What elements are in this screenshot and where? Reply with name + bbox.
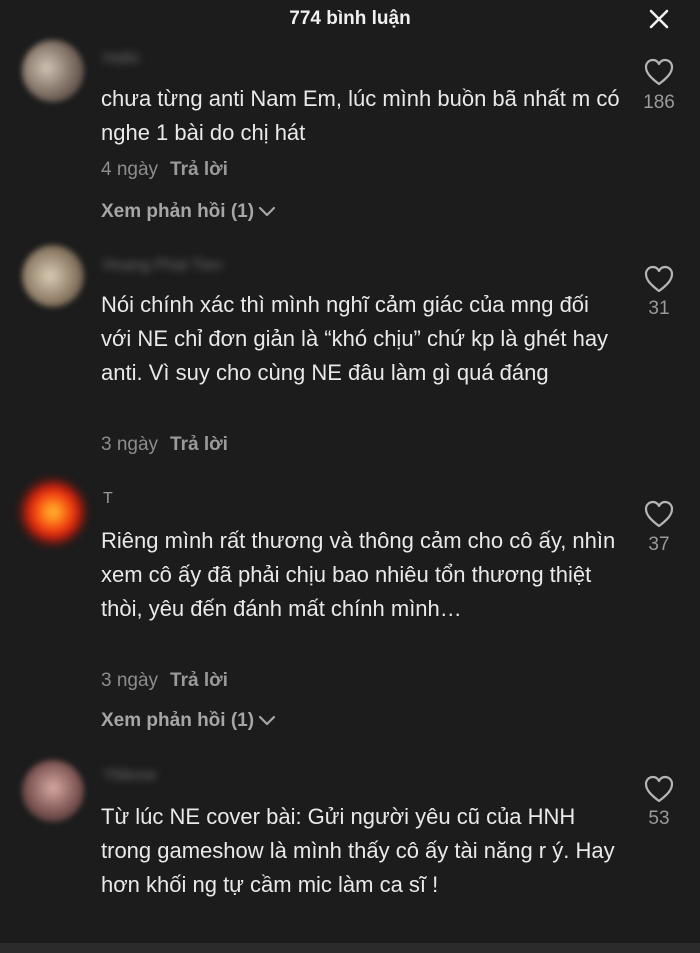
heart-icon[interactable] (643, 57, 675, 87)
comment-username[interactable]: YMeow (103, 767, 156, 785)
reply-button[interactable]: Trả lời (170, 159, 228, 180)
comment-meta: 3 ngày Trả lời (101, 670, 228, 692)
comment-time: 3 ngày (101, 670, 159, 691)
view-replies-label: Xem phản hồi (1) (101, 201, 255, 222)
heart-icon[interactable] (643, 499, 675, 529)
view-replies-label: Xem phản hồi (1) (101, 710, 255, 731)
comments-header: 774 bình luận (0, 0, 700, 40)
comment-text: Nói chính xác thì mình nghĩ cảm giác của… (101, 292, 609, 385)
bottom-bar (0, 943, 700, 953)
comment-meta: 4 ngày Trả lời (101, 159, 228, 181)
like-count: 31 (648, 298, 670, 319)
comment-text: Riêng mình rất thương và thông cảm cho c… (101, 528, 616, 621)
reply-button[interactable]: Trả lời (170, 434, 228, 455)
chevron-down-icon (258, 715, 276, 726)
comment-count-title: 774 bình luận (289, 8, 411, 29)
comment-meta: 3 ngày Trả lời (101, 434, 228, 456)
comment-username[interactable]: Hoang Phat Tien (103, 257, 222, 275)
comment-username[interactable]: T (103, 490, 113, 508)
like-count: 186 (643, 92, 675, 113)
like-count: 37 (648, 534, 670, 555)
reply-button[interactable]: Trả lời (170, 670, 228, 691)
like-count: 53 (648, 808, 670, 829)
view-replies-button[interactable]: Xem phản hồi (1) (101, 201, 276, 223)
chevron-down-icon (258, 206, 276, 217)
heart-icon[interactable] (643, 774, 675, 804)
heart-icon[interactable] (643, 264, 675, 294)
avatar[interactable] (22, 40, 84, 102)
avatar[interactable] (22, 481, 84, 543)
comment-time: 4 ngày (101, 159, 159, 180)
comment-text: chưa từng anti Nam Em, lúc mình buồn bã … (101, 86, 620, 145)
avatar[interactable] (22, 760, 84, 822)
view-replies-button[interactable]: Xem phản hồi (1) (101, 710, 276, 732)
close-icon[interactable] (648, 8, 670, 30)
comment-time: 3 ngày (101, 434, 159, 455)
avatar[interactable] (22, 245, 84, 307)
comment-text: Từ lúc NE cover bài: Gửi người yêu cũ củ… (101, 804, 615, 897)
comment-username[interactable]: Hallo (103, 50, 139, 68)
